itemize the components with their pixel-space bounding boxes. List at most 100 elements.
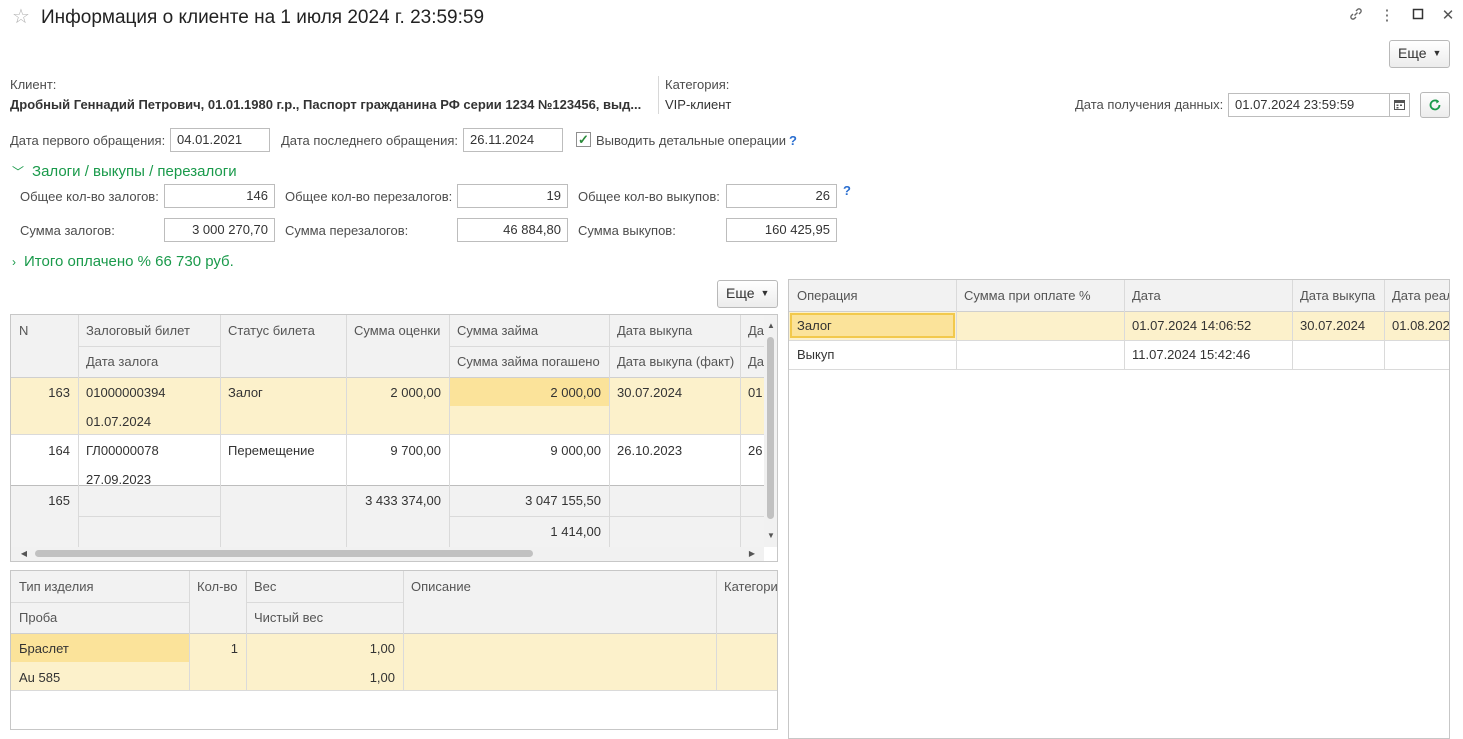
col-header-buyout-date[interactable]: Дата выкупа [1292, 288, 1383, 304]
col-header-estimate[interactable]: Сумма оценки [346, 323, 448, 339]
cell-loan: 9 000,00 [550, 443, 601, 458]
footer-n: 165 [48, 493, 70, 508]
col-header-description[interactable]: Описание [403, 579, 479, 595]
tickets-table[interactable]: N Залоговый билет Дата залога Статус бил… [10, 314, 778, 562]
cell-date: 01.07.2024 14:06:52 [1132, 318, 1252, 333]
kebab-menu-icon[interactable]: ⋮ [1377, 6, 1397, 26]
data-date-field[interactable]: 01.07.2024 23:59:59 [1228, 93, 1390, 117]
cell-status: Перемещение [228, 443, 315, 458]
cell-ticket: ГЛ00000078 [86, 443, 159, 458]
col-header-qty[interactable]: Кол-во [189, 579, 245, 595]
footer-loan: 3 047 155,50 [525, 493, 601, 508]
scroll-left-icon[interactable]: ◀ [19, 549, 29, 559]
cell-type: Браслет [19, 641, 69, 656]
total-repledges-field[interactable]: 19 [457, 184, 568, 208]
cell-buyout-date: 26.10.2023 [617, 443, 683, 458]
cell-net-weight: 1,00 [369, 670, 395, 685]
cell-date: 11.07.2024 15:42:46 [1132, 347, 1251, 362]
col-header-buyout-date[interactable]: Дата выкупа [609, 323, 700, 339]
divider [658, 76, 659, 114]
calendar-icon[interactable] [1389, 93, 1410, 117]
cell-operation: Выкуп [797, 347, 835, 362]
client-label: Клиент: [10, 77, 57, 92]
data-date-label: Дата получения данных: [1075, 97, 1224, 112]
cell-ticket: 01000000394 [86, 385, 166, 400]
cell-estimate: 2 000,00 [390, 385, 441, 400]
col-header-date[interactable]: Дата [1124, 288, 1169, 304]
link-icon[interactable] [1346, 6, 1366, 26]
sum-buyouts-label: Сумма выкупов: [578, 223, 676, 238]
first-visit-field[interactable]: 04.01.2021 [170, 128, 270, 152]
sum-buyouts-field[interactable]: 160 425,95 [726, 218, 837, 242]
sum-pledges-label: Сумма залогов: [20, 223, 115, 238]
total-buyouts-field[interactable]: 26 [726, 184, 837, 208]
col-header-n[interactable]: N [11, 323, 36, 339]
col-header-weight[interactable]: Вес [246, 579, 284, 595]
client-value[interactable]: Дробный Геннадий Петрович, 01.01.1980 г.… [10, 97, 655, 113]
sum-repledges-field[interactable]: 46 884,80 [457, 218, 568, 242]
close-icon[interactable]: ✕ [1438, 6, 1458, 26]
cell-n: 163 [48, 385, 70, 400]
paid-section-header[interactable]: › Итого оплачено % 66 730 руб. [12, 253, 234, 271]
cell-qty: 1 [230, 641, 238, 656]
detail-ops-label: Выводить детальные операции [596, 133, 786, 148]
col-header-loan-repaid[interactable]: Сумма займа погашено [449, 354, 608, 370]
first-visit-label: Дата первого обращения: [10, 133, 166, 148]
category-label: Категория: [665, 77, 730, 92]
col-header-ticket[interactable]: Залоговый билет [78, 323, 198, 339]
category-value: VIP-клиент [665, 97, 732, 112]
maximize-icon[interactable] [1408, 6, 1428, 26]
help-icon[interactable]: ? [789, 133, 797, 149]
cell-pledge-date: 01.07.2024 [86, 414, 152, 429]
col-header-buyout-fact[interactable]: Дата выкупа (факт) [609, 354, 742, 370]
cell-loan: 2 000,00 [550, 385, 601, 400]
more-button-table[interactable]: Еще ▼ [717, 280, 778, 308]
col-header-loan[interactable]: Сумма займа [449, 323, 546, 339]
vertical-scroll-thumb[interactable] [767, 337, 774, 519]
col-header-type[interactable]: Тип изделия [11, 579, 102, 595]
help-icon-pledges[interactable]: ? [843, 183, 851, 199]
scroll-down-icon[interactable]: ▼ [765, 531, 777, 541]
horizontal-scroll-thumb[interactable] [35, 550, 533, 557]
cell-n: 164 [48, 443, 70, 458]
more-button-top[interactable]: Еще ▼ [1389, 40, 1450, 68]
chevron-right-icon: › [12, 255, 16, 269]
last-visit-field[interactable]: 26.11.2024 [463, 128, 563, 152]
total-pledges-field[interactable]: 146 [164, 184, 275, 208]
detail-ops-checkbox[interactable]: ✓ [576, 132, 591, 147]
window-title: Информация о клиенте на 1 июля 2024 г. 2… [41, 7, 485, 28]
cell-buyout-date: 30.07.2024 [1300, 318, 1366, 333]
total-repledges-label: Общее кол-во перезалогов: [285, 189, 453, 204]
sum-pledges-field[interactable]: 3 000 270,70 [164, 218, 275, 242]
refresh-icon [1429, 99, 1441, 111]
cell-pledge-date: 27.09.2023 [86, 472, 152, 485]
col-header-net-weight[interactable]: Чистый вес [246, 610, 331, 626]
cell-sale-date: 01.08.202 [1392, 318, 1450, 333]
footer-estimate: 3 433 374,00 [365, 493, 441, 508]
cell-estimate: 9 700,00 [390, 443, 441, 458]
last-visit-label: Дата последнего обращения: [281, 133, 458, 148]
scroll-up-icon[interactable]: ▲ [765, 321, 777, 331]
operations-table[interactable]: Операция Сумма при оплате % Дата Дата вы… [788, 279, 1450, 739]
sum-repledges-label: Сумма перезалогов: [285, 223, 409, 238]
col-header-status[interactable]: Статус билета [220, 323, 323, 339]
col-header-pct-sum[interactable]: Сумма при оплате % [956, 288, 1099, 304]
cell-buyout-date: 30.07.2024 [617, 385, 683, 400]
col-header-sale-date[interactable]: Дата реал [1384, 288, 1449, 304]
col-header-probe[interactable]: Проба [11, 610, 65, 626]
cell-weight: 1,00 [369, 641, 395, 656]
cell-operation: Залог [797, 318, 832, 333]
favorite-star-icon[interactable]: ☆ [12, 6, 30, 28]
cell-status: Залог [228, 385, 263, 400]
col-header-category[interactable]: Категори [716, 579, 777, 595]
pledges-section-header[interactable]: ﹀ Залоги / выкупы / перезалоги [12, 163, 237, 181]
total-pledges-label: Общее кол-во залогов: [20, 189, 159, 204]
chevron-down-icon: ﹀ [12, 165, 25, 179]
total-buyouts-label: Общее кол-во выкупов: [578, 189, 720, 204]
col-header-pledge-date[interactable]: Дата залога [78, 354, 166, 370]
col-header-operation[interactable]: Операция [789, 288, 866, 304]
refresh-button[interactable] [1420, 92, 1450, 118]
scroll-right-icon[interactable]: ▶ [747, 549, 757, 559]
items-table[interactable]: Тип изделия Проба Кол-во Вес Чистый вес … [10, 570, 778, 730]
footer-loan-repaid: 1 414,00 [550, 524, 601, 539]
